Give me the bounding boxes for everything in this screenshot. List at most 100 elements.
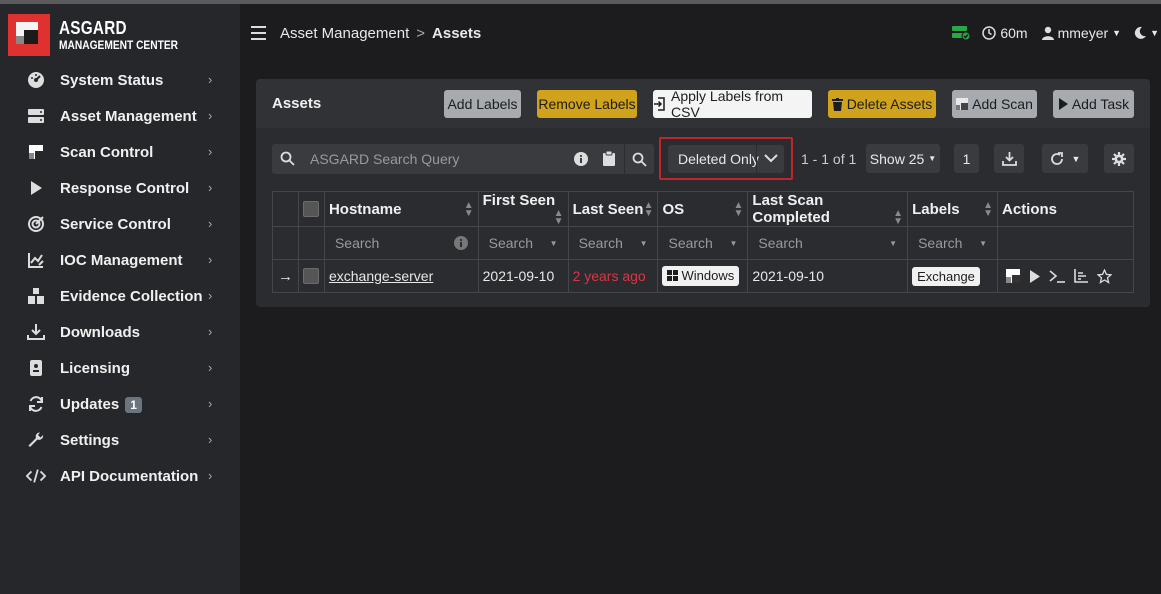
theme-toggle[interactable]: ▼: [1133, 26, 1159, 40]
updates-count-badge: 1: [125, 396, 142, 413]
caret-down-icon: ▼: [1150, 28, 1159, 38]
play-icon: [1058, 98, 1068, 110]
pagination-info: 1 - 1 of 1: [801, 151, 857, 167]
sidebar-item-ioc-management[interactable]: IOC Management ›: [0, 242, 240, 278]
deleted-filter-highlight: Deleted Only: [659, 137, 793, 180]
last-scan-filter[interactable]: Search ▼: [747, 226, 909, 260]
chevron-right-icon: ›: [208, 180, 213, 195]
column-header-last-scan[interactable]: Last Scan Completed ▲ ▼: [747, 191, 909, 227]
chart-icon[interactable]: [1074, 269, 1089, 283]
status-icon[interactable]: [952, 26, 971, 40]
add-scan-button[interactable]: Add Scan: [952, 90, 1037, 118]
sidebar: ASGARD MANAGEMENT CENTER System Status ›…: [0, 4, 240, 594]
chevron-right-icon: ›: [208, 72, 213, 87]
gear-icon: [1112, 151, 1126, 166]
sort-icon[interactable]: ▲ ▼: [893, 209, 903, 227]
table-header-row: Hostname ▲ ▼ First Seen ▲ ▼ Last Seen ▲ ▼ OS ▲ ▼…: [272, 191, 1134, 227]
page-number-button[interactable]: 1: [954, 144, 979, 173]
sidebar-item-asset-management[interactable]: Asset Management ›: [0, 98, 240, 134]
sidebar-item-response-control[interactable]: Response Control ›: [0, 170, 240, 206]
chevron-right-icon: ›: [208, 108, 213, 123]
sort-icon[interactable]: ▲ ▼: [983, 200, 993, 218]
delete-assets-button[interactable]: Delete Assets: [828, 90, 936, 118]
first-seen-filter[interactable]: Search ▼: [477, 226, 569, 260]
chevron-right-icon: ›: [208, 468, 213, 483]
export-button[interactable]: [994, 144, 1024, 173]
column-header-last-seen[interactable]: Last Seen ▲ ▼: [567, 191, 659, 227]
sidebar-item-downloads[interactable]: Downloads ›: [0, 314, 240, 350]
sidebar-item-evidence-collection[interactable]: Evidence Collection ›: [0, 278, 240, 314]
add-labels-button[interactable]: Add Labels: [444, 90, 521, 118]
clipboard-icon[interactable]: [603, 151, 615, 166]
expand-row-icon[interactable]: →: [272, 259, 299, 293]
sidebar-item-label: Licensing: [60, 359, 131, 377]
column-header-hostname[interactable]: Hostname ▲ ▼: [323, 191, 479, 227]
hostname-link[interactable]: exchange-server: [329, 268, 433, 284]
remove-labels-button[interactable]: Remove Labels: [537, 90, 637, 118]
select-all-checkbox[interactable]: [297, 191, 325, 227]
breadcrumb-current: Assets: [432, 25, 482, 42]
sort-icon[interactable]: ▲ ▼: [554, 209, 564, 227]
caret-down-icon: ▼: [889, 238, 898, 248]
sidebar-item-api-documentation[interactable]: API Documentation ›: [0, 458, 240, 494]
windows-icon: [667, 269, 679, 284]
column-header-labels[interactable]: Labels ▲ ▼: [907, 191, 999, 227]
sidebar-item-scan-control[interactable]: Scan Control ›: [0, 134, 240, 170]
sidebar-item-updates[interactable]: Updates 1 ›: [0, 386, 240, 422]
hostname-filter[interactable]: Search: [323, 226, 479, 260]
sidebar-nav: System Status › Asset Management › Scan …: [0, 62, 240, 494]
play-icon: [26, 178, 46, 198]
search-submit-button[interactable]: [624, 144, 654, 174]
page-size-select[interactable]: Show 25 ▼: [866, 144, 940, 173]
menu-toggle-icon[interactable]: [251, 26, 266, 40]
sidebar-item-label: Updates 1: [60, 396, 142, 413]
table-settings-button[interactable]: [1104, 144, 1134, 173]
star-icon[interactable]: [1097, 268, 1113, 284]
sidebar-item-label: Response Control: [60, 179, 190, 197]
play-icon[interactable]: [1029, 269, 1041, 283]
caret-down-icon: ▼: [729, 238, 738, 248]
sidebar-item-system-status[interactable]: System Status ›: [0, 62, 240, 98]
evidence-icon: [26, 286, 46, 306]
code-icon: [26, 466, 46, 486]
breadcrumb: Asset Management > Assets: [280, 25, 482, 42]
add-task-button[interactable]: Add Task: [1053, 90, 1134, 118]
terminal-icon[interactable]: [1049, 269, 1066, 283]
chevron-right-icon: ›: [208, 144, 213, 159]
sort-icon[interactable]: ▲ ▼: [644, 200, 654, 218]
sort-icon[interactable]: ▲ ▼: [464, 200, 474, 218]
search-input[interactable]: [310, 150, 560, 168]
breadcrumb-parent[interactable]: Asset Management: [280, 25, 409, 42]
refresh-button[interactable]: ▼: [1042, 144, 1088, 173]
sidebar-item-service-control[interactable]: Service Control ›: [0, 206, 240, 242]
deleted-filter-select[interactable]: Deleted Only: [668, 145, 784, 173]
last-scan-cell: 2021-09-10: [747, 259, 909, 293]
last-seen-filter[interactable]: Search ▼: [567, 226, 659, 260]
row-checkbox[interactable]: [297, 259, 325, 293]
os-badge: Windows: [662, 266, 740, 286]
sidebar-item-label: IOC Management: [60, 251, 183, 269]
info-icon[interactable]: [574, 152, 588, 166]
column-header-os[interactable]: OS ▲ ▼: [657, 191, 749, 227]
chevron-right-icon: ›: [208, 216, 213, 231]
column-header-first-seen[interactable]: First Seen ▲ ▼: [477, 191, 569, 227]
sort-icon[interactable]: ▲ ▼: [734, 200, 744, 218]
label-badge[interactable]: Exchange: [912, 266, 980, 286]
refresh-icon: [26, 394, 46, 414]
sidebar-item-label: Settings: [60, 431, 120, 449]
table-filter-row: Search Search ▼ Search ▼ Search ▼ Search ▼ S…: [272, 226, 1134, 260]
os-filter[interactable]: Search ▼: [657, 226, 749, 260]
logo-mark-icon: [8, 14, 50, 56]
sidebar-item-settings[interactable]: Settings ›: [0, 422, 240, 458]
labels-filter[interactable]: Search ▼: [907, 226, 999, 260]
user-menu[interactable]: mmeyer ▼: [1041, 25, 1121, 41]
apply-labels-csv-button[interactable]: Apply Labels from CSV: [653, 88, 812, 120]
user-icon: [1041, 26, 1054, 40]
download-icon: [1001, 151, 1017, 166]
scan-icon[interactable]: [1006, 269, 1021, 283]
column-header-actions: Actions: [997, 191, 1134, 227]
app-logo[interactable]: ASGARD MANAGEMENT CENTER: [8, 14, 199, 56]
sidebar-item-licensing[interactable]: Licensing ›: [0, 350, 240, 386]
session-timer[interactable]: 60m: [982, 25, 1028, 41]
caret-down-icon: ▼: [928, 154, 937, 163]
